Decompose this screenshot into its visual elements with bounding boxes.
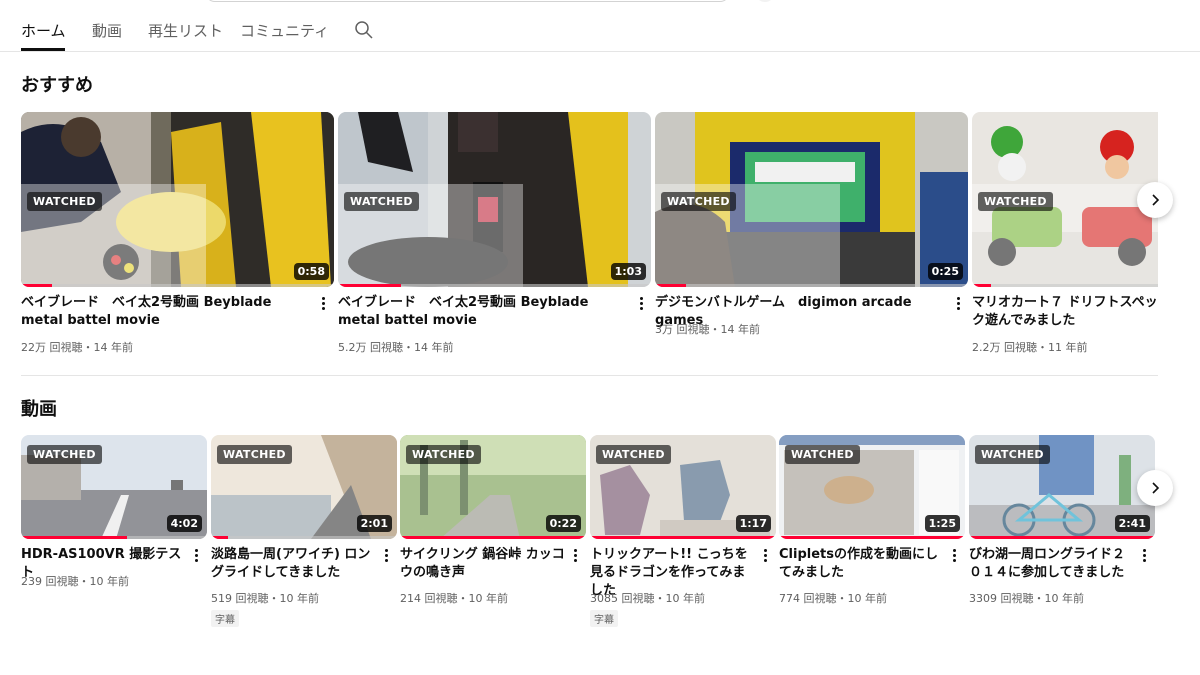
section-divider	[21, 375, 1158, 376]
progress-bar	[21, 536, 128, 539]
video-thumbnail[interactable]: WATCHED 2:41	[969, 435, 1155, 539]
more-options-icon[interactable]	[381, 546, 391, 564]
watched-badge: WATCHED	[661, 192, 736, 211]
watched-badge: WATCHED	[217, 445, 292, 464]
progress-bar	[400, 536, 586, 539]
progress-bar	[338, 284, 401, 287]
more-options-icon[interactable]	[570, 546, 580, 564]
video-thumbnail[interactable]: WATCHED 0:25	[655, 112, 968, 287]
video-meta: 3085 回視聴・10 年前	[590, 592, 705, 605]
progress-bar	[655, 284, 687, 287]
video-thumbnail[interactable]: WATCHED 1:03	[338, 112, 651, 287]
video-thumbnail[interactable]: WATCHED 0:22	[400, 435, 586, 539]
video-thumbnail[interactable]: WATCHED 2:01	[211, 435, 397, 539]
subtitles-badge: 字幕	[211, 610, 239, 627]
video-meta: 3万 回視聴・14 年前	[655, 323, 760, 336]
watched-badge: WATCHED	[27, 445, 102, 464]
video-title[interactable]: サイクリング 鍋谷峠 カッコウの鳴き声	[400, 546, 568, 582]
video-meta: 22万 回視聴・14 年前	[21, 341, 133, 354]
progress-track	[211, 536, 397, 539]
search-icon[interactable]	[354, 20, 374, 40]
active-tab-indicator	[21, 48, 65, 51]
progress-bar	[21, 284, 53, 287]
video-meta: 5.2万 回視聴・14 年前	[338, 341, 454, 354]
shelf-next-button[interactable]	[1137, 470, 1173, 506]
more-options-icon[interactable]	[953, 294, 963, 312]
video-thumbnail[interactable]: WATCHED 1:17	[590, 435, 776, 539]
watched-badge: WATCHED	[978, 192, 1053, 211]
duration-badge: 2:41	[1114, 515, 1150, 532]
section-title-recommended: おすすめ	[21, 75, 93, 96]
progress-bar	[779, 536, 965, 539]
tab-playlists[interactable]: 再生リスト	[148, 20, 223, 41]
duration-badge: 1:17	[735, 515, 771, 532]
video-title[interactable]: ベイブレード ベイ太2号動画 Beyblade metal battel mov…	[21, 294, 311, 330]
progress-track	[590, 536, 776, 539]
video-meta: 239 回視聴・10 年前	[21, 575, 129, 588]
shelf-next-button[interactable]	[1137, 182, 1173, 218]
video-thumbnail[interactable]: WATCHED 1:25	[779, 435, 965, 539]
progress-track	[972, 284, 1158, 287]
watched-badge: WATCHED	[596, 445, 671, 464]
video-meta: 214 回視聴・10 年前	[400, 592, 508, 605]
progress-bar	[211, 536, 228, 539]
video-title[interactable]: 淡路島一周(アワイチ) ロングライドしてきました	[211, 546, 379, 582]
video-thumbnail[interactable]: WATCHED	[972, 112, 1158, 287]
progress-track	[338, 284, 651, 287]
more-options-icon[interactable]	[318, 294, 328, 312]
tab-videos[interactable]: 動画	[92, 20, 122, 41]
more-options-icon[interactable]	[760, 546, 770, 564]
subtitles-badge: 字幕	[590, 610, 618, 627]
progress-bar	[590, 536, 776, 539]
tab-home[interactable]: ホーム	[21, 20, 66, 41]
progress-track	[21, 284, 334, 287]
section-title-videos: 動画	[21, 399, 57, 420]
duration-badge: 1:25	[924, 515, 960, 532]
more-options-icon[interactable]	[191, 546, 201, 564]
progress-bar	[969, 536, 1155, 539]
watched-badge: WATCHED	[785, 445, 860, 464]
video-title[interactable]: ベイブレード ベイ太2号動画 Beyblade metal battel mov…	[338, 294, 630, 330]
duration-badge: 1:03	[610, 263, 646, 280]
channel-tabs: ホーム 動画 再生リスト コミュニティ	[0, 0, 1200, 52]
watched-badge: WATCHED	[344, 192, 419, 211]
video-card[interactable]: WATCHED マリオカート７ ドリフトスペック遊んでみました 2.2万 回視聴…	[972, 112, 1158, 362]
more-options-icon[interactable]	[636, 294, 646, 312]
watched-badge: WATCHED	[27, 192, 102, 211]
duration-badge: 4:02	[166, 515, 202, 532]
duration-badge: 0:25	[927, 263, 963, 280]
video-meta: 3309 回視聴・10 年前	[969, 592, 1084, 605]
progress-track	[969, 536, 1155, 539]
progress-track	[779, 536, 965, 539]
more-options-icon[interactable]	[1139, 546, 1149, 564]
duration-badge: 0:58	[293, 263, 329, 280]
video-thumbnail[interactable]: WATCHED 4:02	[21, 435, 207, 539]
progress-bar	[972, 284, 991, 287]
progress-track	[21, 536, 207, 539]
video-title[interactable]: びわ湖一周ロングライド２０１４に参加してきました	[969, 546, 1137, 582]
video-meta: 519 回視聴・10 年前	[211, 592, 319, 605]
tab-community[interactable]: コミュニティ	[240, 20, 329, 41]
video-title[interactable]: Clipletsの作成を動画にしてみました	[779, 546, 947, 582]
chevron-right-icon	[1152, 194, 1160, 206]
duration-badge: 2:01	[356, 515, 392, 532]
video-meta: 2.2万 回視聴・11 年前	[972, 341, 1088, 354]
watched-badge: WATCHED	[975, 445, 1050, 464]
progress-track	[655, 284, 968, 287]
progress-track	[400, 536, 586, 539]
chevron-right-icon	[1152, 482, 1160, 494]
video-meta: 774 回視聴・10 年前	[779, 592, 887, 605]
video-thumbnail[interactable]: WATCHED 0:58	[21, 112, 334, 287]
watched-badge: WATCHED	[406, 445, 481, 464]
video-title[interactable]: マリオカート７ ドリフトスペック遊んでみました	[972, 294, 1158, 330]
more-options-icon[interactable]	[949, 546, 959, 564]
duration-badge: 0:22	[545, 515, 581, 532]
